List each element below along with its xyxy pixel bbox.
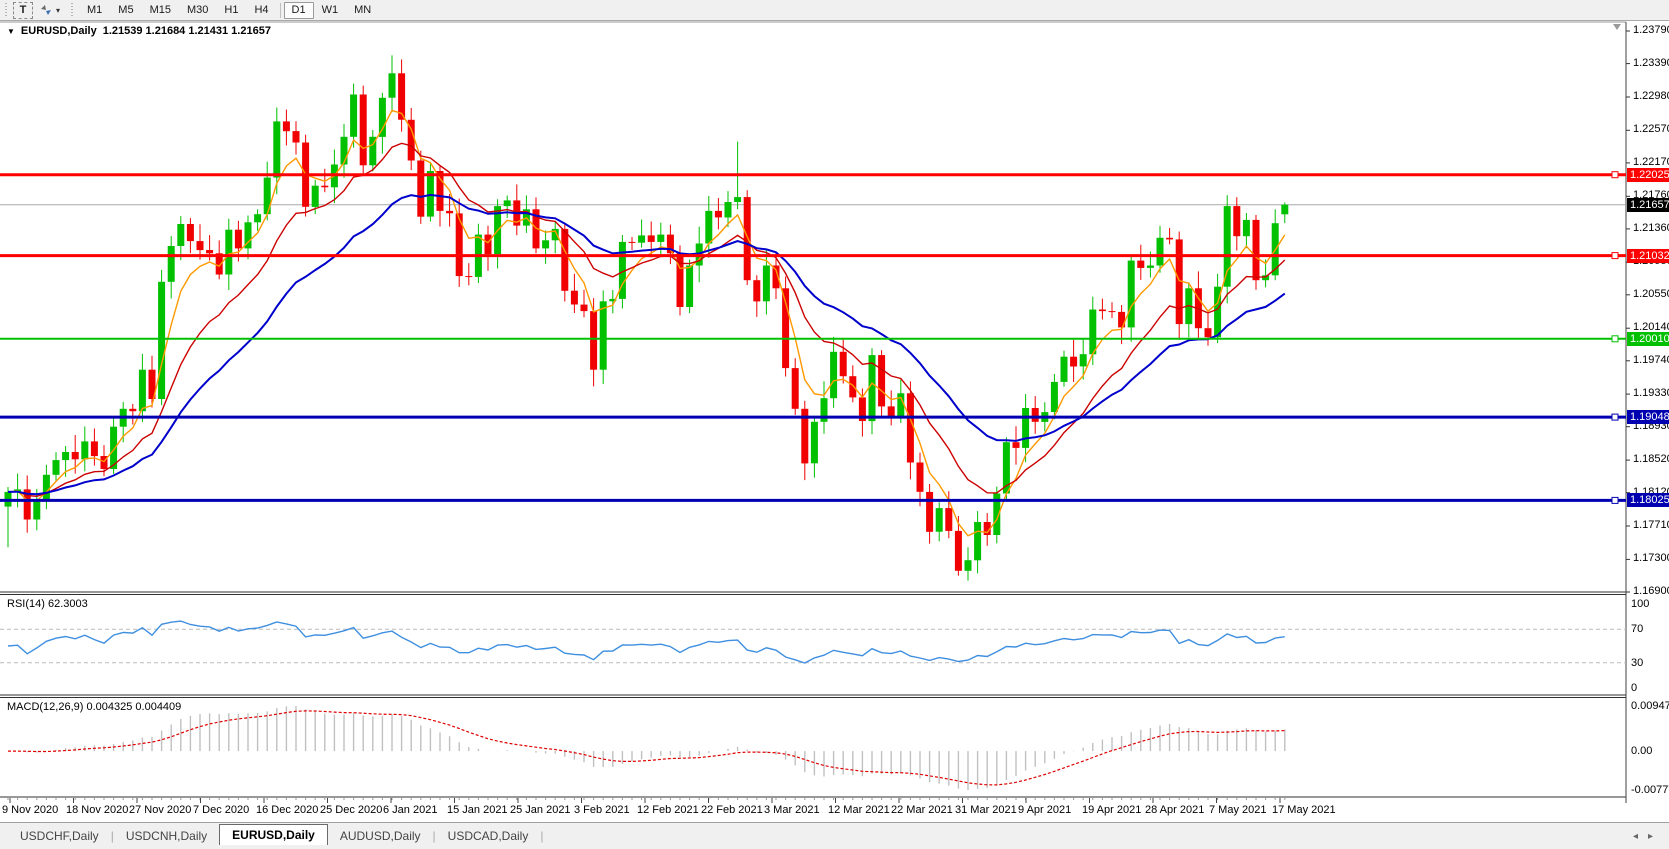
price-tick-label: 1.18520 [1633,453,1669,465]
price-tick-label: 1.19740 [1633,354,1669,366]
date-label: 7 Dec 2020 [193,804,249,816]
date-label: 12 Feb 2021 [637,804,699,816]
hline-price-badge: 1.22025 [1627,168,1669,182]
current-price-badge: 1.21657 [1627,198,1669,212]
date-label: 3 Feb 2021 [574,804,630,816]
chart-tab-usdchf[interactable]: USDCHF,Daily [8,827,111,846]
macd-min-label: -0.007778 [1631,784,1669,796]
price-tick-label: 1.22170 [1633,156,1669,168]
price-tick-label: 1.19330 [1633,387,1669,399]
chart-tab-usdcad[interactable]: USDCAD,Daily [436,827,541,846]
date-label: 22 Mar 2021 [891,804,953,816]
macd-max-label: 0.009478 [1631,700,1669,712]
hline-price-badge: 1.21032 [1627,249,1669,263]
date-label: 22 Feb 2021 [701,804,763,816]
date-label: 16 Dec 2020 [256,804,318,816]
date-label: 31 Mar 2021 [955,804,1017,816]
date-label: 15 Jan 2021 [447,804,508,816]
chart-tab-audusd[interactable]: AUDUSD,Daily [328,827,433,846]
dropdown-arrow-icon[interactable]: ▼ [7,27,15,36]
date-label: 9 Apr 2021 [1018,804,1071,816]
tab-separator: | [540,827,543,846]
chart-title: ▼ EURUSD,Daily 1.21539 1.21684 1.21431 1… [7,25,271,37]
date-label: 27 Nov 2020 [129,804,191,816]
rsi-tick-label: 0 [1631,682,1637,694]
macd-label: MACD(12,26,9) 0.004325 0.004409 [7,701,181,713]
date-label: 28 Apr 2021 [1145,804,1204,816]
date-label: 18 Nov 2020 [66,804,128,816]
hline-price-badge: 1.19048 [1627,410,1669,424]
panel-borders [0,22,1626,803]
chart-ohlc-values: 1.21539 1.21684 1.21431 1.21657 [103,25,271,37]
tab-scroll-right[interactable]: ▸ [1648,831,1663,842]
price-tick-label: 1.22980 [1633,90,1669,102]
price-axis-ticks [1626,31,1630,592]
mt4-window: T ▾ M1M5M15M30H1H4D1W1MN ▼ EURUSD,Daily … [0,0,1669,849]
price-tick-label: 1.22570 [1633,123,1669,135]
rsi-panel [0,621,1626,663]
price-tick-label: 1.21360 [1633,222,1669,234]
chart-canvas[interactable] [0,0,1669,849]
date-label: 19 Apr 2021 [1082,804,1141,816]
date-label: 12 Mar 2021 [828,804,890,816]
price-tick-label: 1.20550 [1633,288,1669,300]
rsi-tick-label: 100 [1631,598,1649,610]
price-tick-label: 1.23390 [1633,57,1669,69]
date-label: 6 Jan 2021 [383,804,437,816]
hline-price-badge: 1.18025 [1627,493,1669,507]
price-tick-label: 1.17710 [1633,519,1669,531]
tab-scroll-left[interactable]: ◂ [1633,831,1648,842]
hline-price-badge: 1.20010 [1627,332,1669,346]
rsi-tick-label: 70 [1631,623,1643,635]
chart-tabs-bar: USDCHF,Daily | USDCNH,DailyEURUSD,DailyAUD… [0,822,1669,846]
chart-shift-marker[interactable] [1613,24,1621,30]
date-label: 25 Jan 2021 [510,804,571,816]
macd-zero-label: 0.00 [1631,745,1652,757]
rsi-tick-label: 30 [1631,657,1643,669]
date-axis-ticks [8,798,1285,803]
rsi-label: RSI(14) 62.3003 [7,598,88,610]
date-label: 9 Nov 2020 [2,804,58,816]
macd-panel [8,706,1285,790]
rsi-line [8,621,1285,663]
chart-tab-eurusd[interactable]: EURUSD,Daily [219,824,328,846]
date-label: 3 Mar 2021 [764,804,820,816]
price-tick-label: 1.23790 [1633,24,1669,36]
window-bottom-edge [0,845,1669,849]
price-tick-label: 1.17300 [1633,552,1669,564]
price-tick-label: 1.16900 [1633,585,1669,597]
chart-symbol-label: EURUSD,Daily [21,25,97,37]
chart-tab-usdcnh[interactable]: USDCNH,Daily [114,827,219,846]
date-label: 25 Dec 2020 [320,804,382,816]
date-label: 7 May 2021 [1209,804,1266,816]
date-label: 17 May 2021 [1272,804,1336,816]
